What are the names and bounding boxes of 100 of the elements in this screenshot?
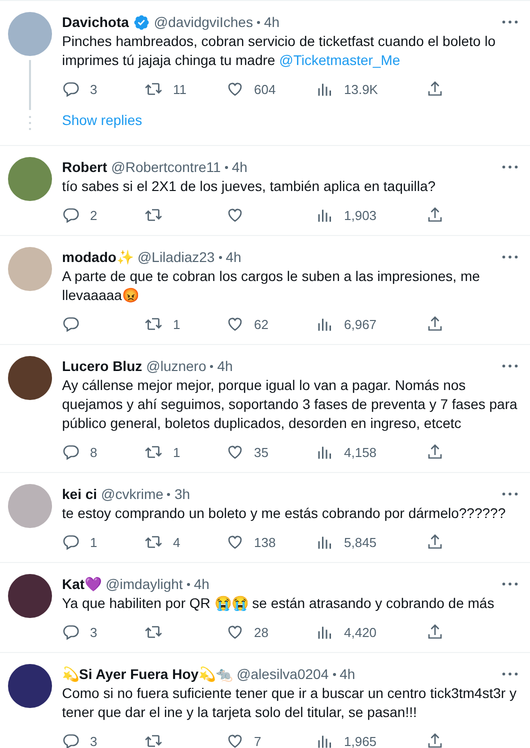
more-options-icon[interactable] — [502, 582, 518, 586]
share-icon[interactable] — [426, 533, 444, 551]
more-options-icon[interactable] — [502, 672, 518, 676]
retweet-icon[interactable] — [144, 315, 163, 333]
display-name[interactable]: 💫Si Ayer Fuera Hoy💫🐀 — [62, 666, 233, 682]
reply-tweet[interactable]: Davichota @davidgviIches 4h Pinches hambreados, cobran servicio de ticketfast cuando el boleto lo imprimes tú jajaja chinga tu madre @Ticketmaster_Me 3 11 604 13.9K Show replies — [0, 1, 530, 146]
separator-dot-icon — [218, 256, 222, 258]
timestamp[interactable]: 4h — [232, 159, 248, 175]
retweet-count: 1 — [173, 316, 180, 332]
reply-count: 3 — [90, 624, 98, 640]
timestamp[interactable]: 3h — [174, 486, 190, 502]
view-count: 4,420 — [344, 624, 377, 640]
reply-count: 3 — [90, 82, 98, 96]
retweet-count: 11 — [173, 82, 186, 96]
display-name[interactable]: kei ci — [62, 486, 98, 502]
display-name[interactable]: modado✨ — [62, 249, 134, 265]
retweet-icon[interactable] — [144, 206, 163, 224]
retweet-icon[interactable] — [144, 533, 163, 551]
reply-tweet[interactable]: 💫Si Ayer Fuera Hoy💫🐀 @alesilva0204 4h Como si no fuera suficiente tener que ir a buscar un centro tick3tm4st3r y tener que dar el ine y la tarjeta solo del titular, se pasan!!! 3 7 1,965 — [0, 653, 530, 748]
like-heart-icon[interactable] — [226, 443, 244, 461]
reply-icon[interactable] — [62, 623, 80, 641]
thread-line — [29, 60, 31, 110]
retweet-icon[interactable] — [144, 443, 163, 461]
timestamp[interactable]: 4h — [264, 14, 280, 30]
user-handle[interactable]: @cvkrime — [101, 486, 164, 502]
reply-count: 3 — [90, 734, 98, 748]
reply-icon[interactable] — [62, 315, 80, 333]
reply-icon[interactable] — [62, 732, 80, 748]
timestamp[interactable]: 4h — [340, 666, 356, 682]
reply-count: 8 — [90, 444, 98, 460]
avatar-photo-placeholder[interactable] — [8, 664, 52, 708]
user-handle[interactable]: @davidgviIches — [154, 14, 253, 30]
more-options-icon[interactable] — [502, 255, 518, 259]
reply-tweet[interactable]: Robert @Robertcontre11 4h tío sabes si el 2X1 de los jueves, también aplica en taquilla? 2 1,903 — [0, 146, 530, 236]
share-icon[interactable] — [426, 315, 444, 333]
like-count: 7 — [254, 734, 262, 748]
separator-dot-icon — [224, 166, 228, 168]
like-count: 604 — [254, 82, 276, 96]
tweet-text: tío sabes si el 2X1 de los jueves, también aplica en taquilla? — [62, 177, 437, 196]
like-count: 28 — [254, 624, 268, 640]
retweet-count: 1 — [173, 444, 180, 460]
tweet-text: Ay cállense mejor mejor, porque igual lo van a pagar. Nomás nos quejamos y ahí seguimos, soportando 3 fases de preventa y 7 fases para público general, boletos duplicados, desorden en ingreso, etcetc — [62, 376, 518, 433]
tweet-text: te estoy comprando un boleto y me estás cobrando por dármelo?????? — [62, 504, 507, 523]
tweet-text: Pinches hambreados, cobran servicio de ticketfast cuando el boleto lo imprimes tú jajaja chinga tu madre @Ticketmaster_Me — [62, 32, 496, 70]
separator-dot-icon — [167, 492, 170, 496]
separator-dot-icon — [186, 582, 190, 586]
avatar-photo-placeholder[interactable] — [8, 356, 52, 400]
display-name[interactable]: Davichota — [62, 14, 129, 30]
like-heart-icon[interactable] — [226, 206, 244, 224]
user-handle[interactable]: @imdaylight — [106, 576, 183, 592]
separator-dot-icon — [256, 20, 260, 24]
like-heart-icon[interactable] — [226, 315, 244, 333]
tweet-text: Como si no fuera suficiente tener que ir a buscar un centro tick3tm4st3r y tener que dar el ine y la tarjeta solo del titular, se pasan!!! — [62, 684, 518, 722]
like-heart-icon[interactable] — [226, 80, 244, 98]
like-count: 138 — [254, 534, 276, 550]
share-icon[interactable] — [426, 732, 444, 748]
user-handle[interactable]: @alesilva0204 — [236, 666, 329, 682]
view-count: 1,965 — [344, 734, 377, 748]
share-icon[interactable] — [426, 623, 444, 641]
reply-tweet[interactable]: modado✨ @Liladiaz23 4h A parte de que te cobran los cargos le suben a las impresiones, me llevaaaaa😡 1 62 6,967 — [0, 236, 530, 345]
user-handle[interactable]: @luznero — [146, 358, 206, 374]
reply-count: 2 — [90, 208, 98, 222]
more-options-icon[interactable] — [502, 364, 518, 368]
timestamp[interactable]: 4h — [194, 576, 210, 592]
timestamp[interactable]: 4h — [217, 358, 233, 374]
user-handle[interactable]: @Liladiaz23 — [137, 249, 215, 265]
tweet-text: A parte de que te cobran los cargos le suben a las impresiones, me llevaaaaa😡 — [62, 267, 481, 305]
separator-dot-icon — [210, 364, 214, 368]
separator-dot-icon — [332, 672, 336, 676]
like-heart-icon[interactable] — [226, 623, 244, 641]
timestamp[interactable]: 4h — [226, 249, 242, 265]
like-heart-icon[interactable] — [226, 732, 244, 748]
avatar-photo-placeholder[interactable] — [8, 574, 52, 618]
view-count: 4,158 — [344, 444, 377, 460]
reply-icon[interactable] — [62, 533, 80, 551]
display-name[interactable]: Kat💜 — [62, 576, 102, 592]
view-count: 13.9K — [344, 82, 378, 96]
display-name[interactable]: Robert — [62, 159, 108, 175]
user-handle[interactable]: @Robertcontre11 — [111, 159, 221, 175]
share-icon[interactable] — [426, 443, 444, 461]
reply-icon[interactable] — [62, 443, 80, 461]
view-count: 1,903 — [344, 208, 377, 222]
like-count: 62 — [254, 316, 268, 332]
reply-tweet[interactable]: Kat💜 @imdaylight 4h Ya que habiliten por QR 😭😭 se están atrasando y cobrando de más 3 28 4,420 — [0, 563, 530, 653]
retweet-icon[interactable] — [144, 732, 163, 748]
retweet-icon[interactable] — [144, 80, 163, 98]
like-heart-icon[interactable] — [226, 533, 244, 551]
reply-icon[interactable] — [62, 80, 80, 98]
more-options-icon[interactable] — [502, 492, 518, 496]
tweet-text: Ya que habiliten por QR 😭😭 se están atrasando y cobrando de más — [62, 594, 496, 613]
reply-tweet[interactable]: kei ci @cvkrime 3h te estoy comprando un boleto y me estás cobrando por dármelo?????? 1 4 138 5,845 — [0, 473, 530, 563]
retweet-count: 4 — [173, 534, 180, 550]
share-icon[interactable] — [426, 80, 444, 98]
share-icon[interactable] — [426, 206, 444, 224]
reply-icon[interactable] — [62, 206, 80, 224]
more-options-icon[interactable] — [502, 20, 518, 24]
retweet-icon[interactable] — [144, 623, 163, 641]
more-options-icon[interactable] — [502, 165, 518, 169]
reply-count: 1 — [90, 534, 98, 550]
display-name[interactable]: Lucero Bluz — [62, 358, 142, 374]
